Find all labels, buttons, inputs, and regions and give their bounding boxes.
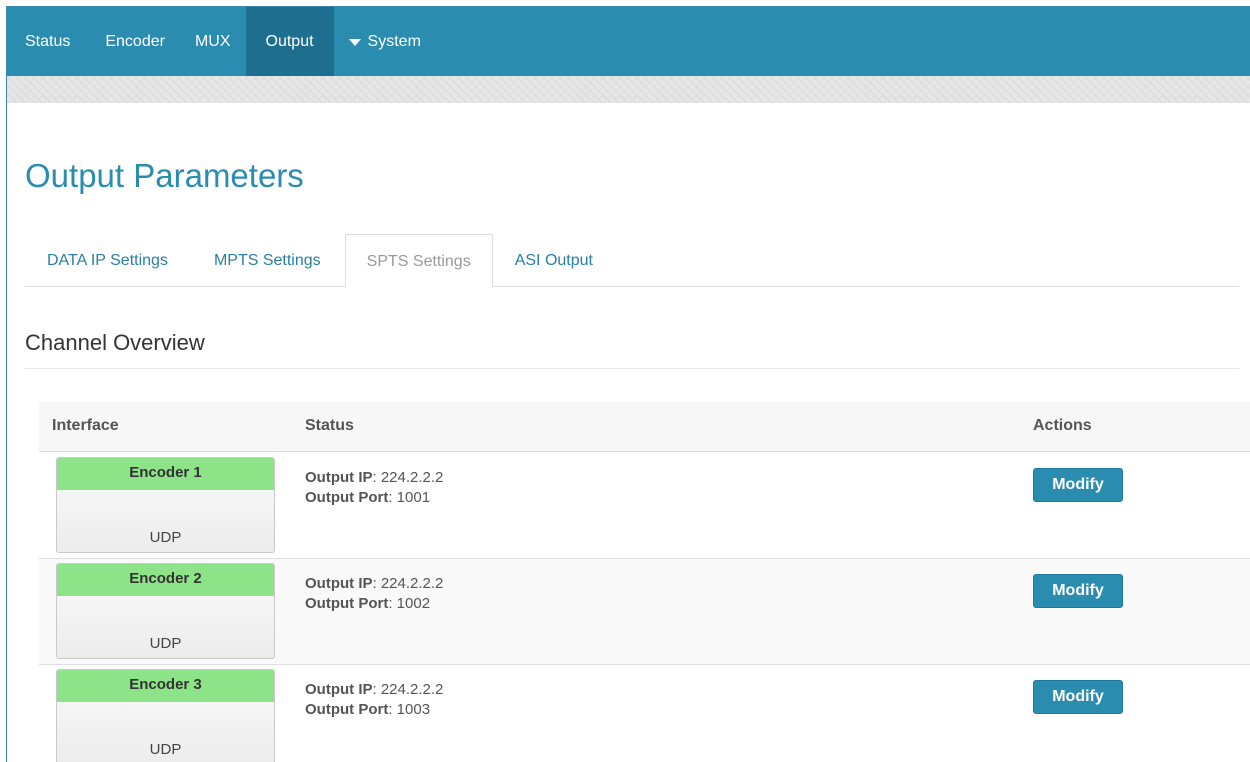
output-ip-label: Output IP [305, 469, 373, 486]
output-ip-value: 224.2.2.2 [380, 681, 444, 698]
status-cell: Output IP: 224.2.2.2 Output Port: 1001 [305, 468, 443, 508]
output-port-value: 1002 [396, 595, 431, 612]
nav-mux-label: MUX [194, 32, 231, 50]
output-port-line: Output Port: 1001 [305, 489, 431, 506]
column-header-status: Status [305, 417, 354, 434]
caret-down-icon [348, 39, 361, 46]
section-title: Channel Overview [25, 330, 1239, 369]
table-row: Encoder 1 UDP Output IP: 224.2.2.2 Outpu… [39, 453, 1250, 559]
output-port-value: 1001 [396, 489, 431, 506]
output-port-line: Output Port: 1003 [305, 701, 431, 718]
output-ip-value: 224.2.2.2 [380, 469, 444, 486]
tab-asi-output[interactable]: ASI Output [493, 234, 615, 287]
nav-status-label: Status [25, 32, 71, 50]
nav-mux[interactable]: MUX [180, 7, 246, 76]
interface-card: Encoder 1 UDP [56, 457, 275, 553]
page-title: Output Parameters [25, 157, 304, 194]
nav-system-dropdown[interactable]: System [334, 7, 436, 76]
status-cell: Output IP: 224.2.2.2 Output Port: 1003 [305, 680, 443, 720]
app-frame: Status Encoder MUX Output System Output … [6, 6, 1250, 762]
interface-name: Encoder 2 [57, 564, 274, 596]
output-port-value: 1003 [396, 701, 431, 718]
nav-encoder-label: Encoder [105, 32, 165, 50]
output-ip-line: Output IP: 224.2.2.2 [305, 575, 444, 592]
top-navbar: Status Encoder MUX Output System [7, 7, 1250, 76]
nav-output-label: Output [265, 32, 314, 50]
status-cell: Output IP: 224.2.2.2 Output Port: 1002 [305, 574, 443, 614]
table-header: Interface Status Actions [39, 402, 1250, 452]
table-row: Encoder 3 UDP Output IP: 224.2.2.2 Outpu… [39, 665, 1250, 762]
column-header-actions: Actions [1033, 417, 1092, 434]
nav-status[interactable]: Status [7, 7, 90, 76]
modify-button[interactable]: Modify [1033, 468, 1123, 502]
modify-button[interactable]: Modify [1033, 574, 1123, 608]
column-header-interface: Interface [52, 417, 119, 434]
settings-tabs: DATA IP Settings MPTS Settings SPTS Sett… [25, 234, 1239, 288]
tab-data-ip-settings[interactable]: DATA IP Settings [25, 234, 190, 287]
output-ip-label: Output IP [305, 681, 373, 698]
output-port-label: Output Port [305, 701, 389, 718]
nav-system-label: System [367, 32, 421, 50]
nav-output[interactable]: Output [245, 7, 334, 76]
interface-card: Encoder 3 UDP [56, 669, 275, 762]
tab-mpts-settings[interactable]: MPTS Settings [190, 234, 345, 287]
interface-protocol: UDP [149, 529, 182, 546]
interface-protocol: UDP [149, 635, 182, 652]
output-ip-value: 224.2.2.2 [380, 575, 444, 592]
interface-card: Encoder 2 UDP [56, 563, 275, 659]
output-ip-label: Output IP [305, 575, 373, 592]
nav-encoder[interactable]: Encoder [90, 7, 180, 76]
tab-spts-settings[interactable]: SPTS Settings [344, 234, 493, 288]
output-port-line: Output Port: 1002 [305, 595, 431, 612]
interface-protocol: UDP [149, 741, 182, 758]
output-ip-line: Output IP: 224.2.2.2 [305, 469, 444, 486]
output-ip-line: Output IP: 224.2.2.2 [305, 681, 444, 698]
interface-name: Encoder 3 [57, 670, 274, 702]
output-port-label: Output Port [305, 489, 389, 506]
table-row: Encoder 2 UDP Output IP: 224.2.2.2 Outpu… [39, 559, 1250, 665]
decorative-pattern-bar [7, 76, 1250, 103]
output-port-label: Output Port [305, 595, 389, 612]
modify-button[interactable]: Modify [1033, 680, 1123, 714]
interface-name: Encoder 1 [57, 458, 274, 490]
